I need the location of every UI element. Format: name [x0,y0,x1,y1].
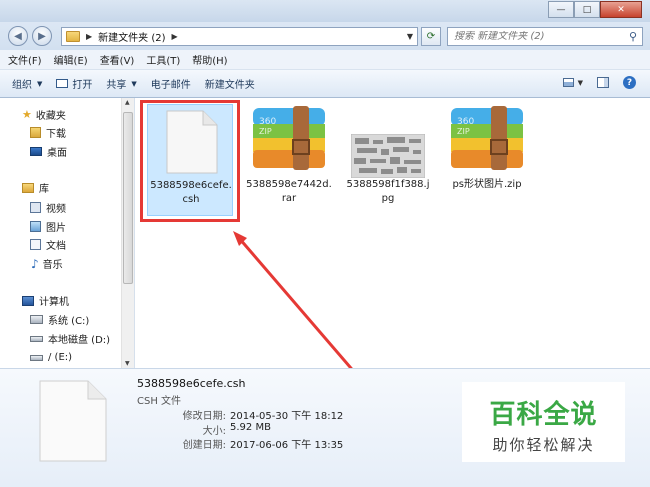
navigation-scrollbar[interactable]: ▲ ▼ [121,98,134,368]
nav-music[interactable]: ♪ 音乐 [30,255,63,272]
music-note-icon: ♪ [31,256,39,271]
nav-downloads[interactable]: 下载 [30,124,66,141]
document-library-icon [30,239,41,250]
blank-document-icon [39,380,107,462]
details-modified-label: 修改日期: [182,411,226,422]
watermark-title: 百科全说 [489,400,598,430]
search-box[interactable]: ⚲ [447,27,643,46]
share-label: 共享 [106,80,127,91]
details-modified-value: 2014-05-30 下午 18:12 [230,411,344,422]
scroll-up-arrow-icon[interactable]: ▲ [125,99,130,106]
menu-help[interactable]: 帮助(H) [192,52,227,67]
breadcrumb-chevron-icon[interactable]: ▶ [86,32,92,41]
details-created-value: 2017-06-06 下午 13:35 [230,440,344,451]
desktop-icon [30,147,42,156]
open-button[interactable]: 打开 [56,76,92,91]
nav-drive-c[interactable]: 系统 (C:) [30,311,89,328]
breadcrumb-folder[interactable]: 新建文件夹 (2) [98,29,165,44]
computer-icon [22,295,34,306]
video-library-icon [30,202,41,213]
star-icon: ★ [22,108,32,121]
maximize-button[interactable]: □ [574,1,600,18]
library-icon [22,182,34,193]
nav-documents-label: 文档 [46,241,66,252]
watermark-subtitle: 助你轻松解决 [492,436,595,454]
nav-desktop[interactable]: 桌面 [30,143,67,160]
nav-pictures[interactable]: 图片 [30,218,66,235]
minimize-button[interactable]: — [548,1,574,18]
details-file-type: CSH 文件 [137,396,182,407]
nav-music-label: 音乐 [42,260,63,271]
organize-label: 组织 [12,80,32,91]
nav-drive-d[interactable]: 本地磁盘 (D:) [30,330,110,347]
share-button[interactable]: 共享 ▼ [106,76,137,92]
nav-drive-e-label: / (E:) [48,352,73,363]
folder-icon [66,31,80,42]
file-list: 5388598e6cefe.csh 360 ZIP 5388598e7442d.… [135,98,650,368]
chevron-down-icon[interactable]: ▼ [578,79,583,87]
annotation-arrow [233,231,353,368]
picture-library-icon [30,221,41,232]
nav-computer[interactable]: 计算机 [22,292,69,309]
menu-file[interactable]: 文件(F) [8,52,42,67]
email-button[interactable]: 电子邮件 [151,76,191,91]
nav-documents[interactable]: 文档 [30,236,66,253]
nav-drive-e[interactable]: / (E:) [30,349,72,366]
menu-edit[interactable]: 编辑(E) [54,52,88,67]
details-size-label: 大小: [202,426,226,437]
breadcrumb-chevron-icon[interactable]: ▶ [172,32,178,41]
watermark: 百科全说 助你轻松解决 [462,382,625,462]
nav-drive-d-label: 本地磁盘 (D:) [48,335,111,346]
chevron-down-icon: ▼ [37,79,43,88]
details-filename: 5388598e6cefe.csh [137,377,246,390]
details-size-value: 5.92 MB [230,422,271,433]
nav-downloads-label: 下载 [46,129,66,140]
nav-drive-c-label: 系统 (C:) [48,316,90,327]
nav-favorites[interactable]: ★ 收藏夹 [22,106,66,123]
menu-view[interactable]: 查看(V) [100,52,135,67]
menu-bar: 文件(F) 编辑(E) 查看(V) 工具(T) 帮助(H) [0,50,650,70]
downloads-folder-icon [30,127,41,138]
details-created-label: 创建日期: [182,440,226,451]
email-label: 电子邮件 [150,80,191,91]
nav-favorites-label: 收藏夹 [35,111,66,122]
navigation-pane: ★ 收藏夹 下载 桌面 库 视频 图片 文档 ♪ 音乐 计算机 系统 (C:) … [0,98,121,368]
nav-pictures-label: 图片 [46,223,66,234]
address-dropdown-icon[interactable]: ▼ [407,32,413,41]
system-drive-icon [30,315,43,324]
scroll-down-arrow-icon[interactable]: ▼ [125,360,130,367]
local-disk-icon [30,335,43,342]
command-bar: 组织 ▼ 打开 共享 ▼ 电子邮件 新建文件夹 ▼ ? [0,70,650,98]
preview-pane-icon[interactable] [597,77,609,88]
back-button[interactable]: ◀ [8,26,28,46]
nav-libraries-label: 库 [39,184,49,195]
nav-computer-label: 计算机 [39,297,69,308]
nav-desktop-label: 桌面 [47,148,67,159]
chevron-down-icon: ▼ [131,79,137,88]
scrollbar-thumb[interactable] [123,112,133,284]
organize-button[interactable]: 组织 ▼ [12,76,43,92]
address-row: ◀ ▶ ▶ 新建文件夹 (2) ▶ ▼ ⟳ ⚲ [0,22,650,50]
search-icon[interactable]: ⚲ [629,30,637,43]
address-bar[interactable]: ▶ 新建文件夹 (2) ▶ ▼ [61,27,418,46]
nav-libraries[interactable]: 库 [22,179,49,196]
view-controls: ▼ ? [562,76,636,89]
nav-videos-label: 视频 [46,204,66,215]
nav-videos[interactable]: 视频 [30,199,66,216]
local-disk-icon [30,354,43,361]
view-mode-icon[interactable] [562,78,574,87]
menu-tools[interactable]: 工具(T) [146,52,180,67]
open-window-icon [56,79,69,88]
forward-button[interactable]: ▶ [32,26,52,46]
window-titlebar: — □ ✕ [0,0,650,22]
new-folder-button[interactable]: 新建文件夹 [205,76,255,91]
refresh-button[interactable]: ⟳ [421,27,441,46]
new-folder-label: 新建文件夹 [204,80,255,91]
help-icon[interactable]: ? [623,76,636,89]
close-button[interactable]: ✕ [600,1,642,18]
search-input[interactable] [448,31,618,42]
window-controls: — □ ✕ [548,1,642,18]
open-label: 打开 [72,80,93,91]
